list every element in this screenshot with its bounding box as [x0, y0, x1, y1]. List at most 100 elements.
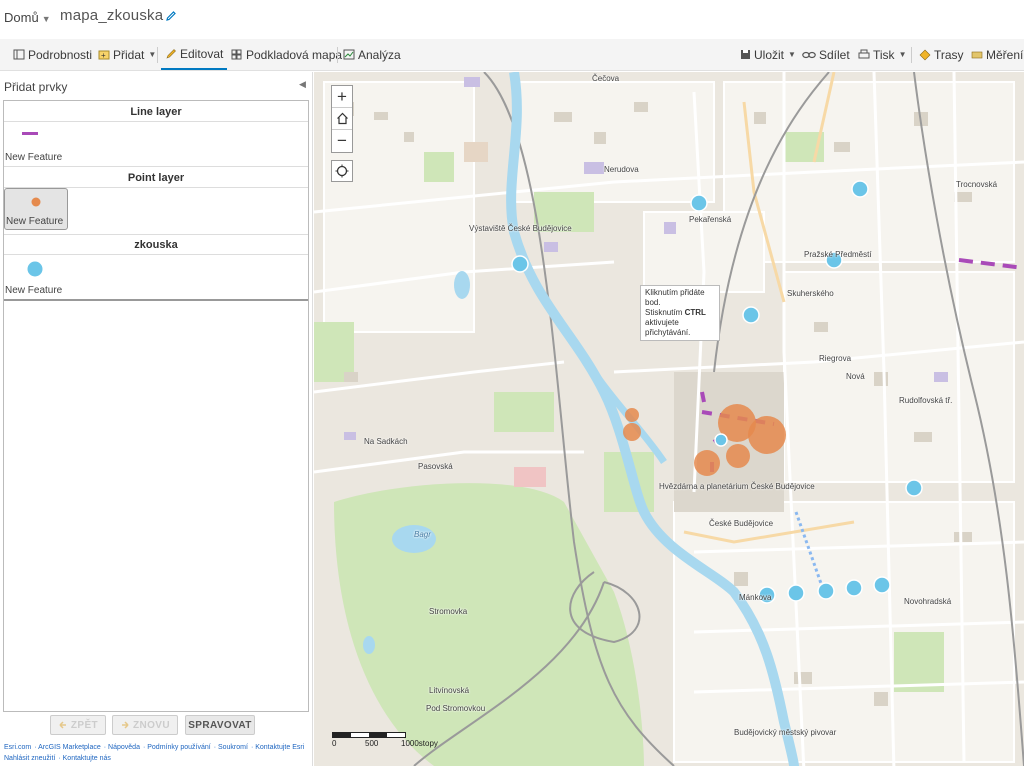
details-button[interactable]: Podrobnosti	[13, 39, 92, 70]
map-label-novohradska: Novohradská	[904, 597, 952, 606]
map-label-pod: Pod Stromovkou	[426, 704, 486, 713]
map-label-stromovka: Stromovka	[429, 607, 468, 616]
footer-link[interactable]: ArcGIS Marketplace	[38, 744, 101, 751]
save-floppy-icon	[741, 50, 750, 59]
map-label-pasovska: Pasovská	[418, 462, 453, 471]
tooltip-text: bod.	[645, 298, 661, 307]
locate-crosshair-icon	[335, 164, 349, 178]
add-features-panel: Přidat prvky ◀ Line layer New Feature Po…	[0, 72, 313, 766]
map-label-prazske: Pražské Předměstí	[804, 250, 872, 259]
redo-label: ZNOVU	[133, 719, 170, 731]
tooltip-text: přichytávání.	[645, 328, 691, 337]
map-label-rudolfovska: Rudolfovská tř.	[899, 396, 953, 405]
chevron-down-icon: ▼	[788, 50, 796, 59]
map-label-na-sadkach: Na Sadkách	[364, 437, 408, 446]
redo-button[interactable]: ZNOVU	[112, 715, 178, 735]
add-icon: +	[98, 50, 110, 60]
footer-link[interactable]: Soukromí	[218, 744, 248, 751]
scale-bar	[332, 732, 406, 738]
footer-link[interactable]: Esri.com	[4, 744, 31, 751]
share-button[interactable]: Sdílet	[802, 39, 850, 70]
zoom-in-button[interactable]: +	[332, 86, 352, 108]
map-label-litvinovska: Litvínovská	[429, 686, 470, 695]
point-layer-features	[511, 180, 923, 604]
tooltip-text: Kliknutím přidáte	[645, 288, 705, 297]
footer-link[interactable]: Kontaktujte Esri	[255, 744, 304, 751]
chevron-down-icon: ▼	[148, 50, 157, 59]
template-zkouska-new-feature[interactable]: New Feature	[4, 256, 68, 298]
line-symbol-icon	[22, 132, 38, 135]
tooltip-text: aktivujete	[645, 318, 679, 327]
map-label-bagr: Bagr	[414, 530, 431, 539]
edit-button[interactable]: Editovat	[161, 39, 228, 70]
chevron-down-icon: ▼	[41, 14, 51, 24]
map-label-vystaviste: Výstaviště České Budějovice	[469, 224, 572, 233]
feature-label: New Feature	[5, 285, 63, 296]
print-icon	[858, 49, 870, 59]
map-label-ceske: České Budějovice	[709, 519, 774, 528]
manage-button[interactable]: SPRAVOVAT	[185, 715, 255, 735]
divider	[4, 121, 308, 122]
routes-icon	[919, 49, 931, 60]
map-label-skuherskeho: Skuherského	[787, 289, 834, 298]
map-label-budejovicky: Budějovický městský pivovar	[734, 728, 837, 737]
map-title: mapa_zkouska	[60, 7, 164, 24]
footer-link[interactable]: Podmínky používání	[147, 744, 210, 751]
zoom-controls: + −	[331, 85, 353, 153]
map-label-nova: Nová	[846, 372, 865, 381]
basemap-grid-icon	[231, 49, 242, 60]
save-button[interactable]: Uložit ▼	[740, 39, 796, 70]
template-point-new-feature[interactable]: New Feature	[4, 188, 68, 230]
measure-button[interactable]: Měření	[971, 39, 1023, 70]
feature-label: New Feature	[5, 152, 63, 163]
footer-link[interactable]: Kontaktujte nás	[63, 755, 111, 762]
blue-point-symbol-icon	[27, 261, 43, 277]
zoom-out-button[interactable]: −	[332, 130, 352, 152]
details-icon	[13, 49, 25, 60]
locate-button[interactable]	[331, 160, 353, 182]
home-label: Domů	[4, 10, 39, 25]
map-view[interactable]: Výstaviště České Budějovice Pražské Před…	[314, 72, 1024, 766]
template-line-new-feature[interactable]: New Feature	[4, 123, 68, 165]
scale-label: 0	[332, 739, 337, 748]
map-label-cecova: Čečova	[592, 74, 620, 83]
orange-point-symbol-icon	[31, 197, 41, 207]
tooltip-ctrl: CTRL	[684, 308, 706, 317]
divider	[4, 234, 308, 235]
footer-link[interactable]: Nahlásit zneužití	[4, 755, 55, 762]
home-menu[interactable]: Domů ▼	[4, 10, 51, 25]
routes-button[interactable]: Trasy	[919, 39, 964, 70]
divider	[4, 299, 308, 301]
edit-label: Editovat	[180, 46, 224, 61]
analysis-label: Analýza	[358, 47, 401, 62]
analysis-button[interactable]: Analýza	[343, 39, 401, 70]
map-label-mankova: Mánkova	[739, 593, 772, 602]
layer-header-line-layer: Line layer	[130, 106, 182, 118]
basemap-label: Podkladová mapa	[246, 47, 343, 62]
feature-templates: Line layer New Feature Point layer New F…	[3, 100, 309, 712]
add-button[interactable]: + Přidat ▼	[98, 39, 156, 70]
edit-title-pencil-icon[interactable]	[165, 9, 177, 27]
home-extent-button[interactable]	[332, 108, 352, 130]
print-label: Tisk	[873, 47, 895, 62]
details-label: Podrobnosti	[28, 47, 93, 62]
collapse-panel-icon[interactable]: ◀	[299, 79, 306, 90]
measure-ruler-icon	[971, 51, 983, 59]
toolbar: Podrobnosti + Přidat ▼ Editovat Podkladov…	[0, 39, 1024, 71]
divider	[4, 254, 308, 255]
share-link-icon	[802, 51, 816, 58]
undo-button[interactable]: ZPĚT	[50, 715, 106, 735]
layer-header-point-layer: Point layer	[127, 172, 185, 184]
print-button[interactable]: Tisk ▼	[858, 39, 906, 70]
footer-links: Esri.com · ArcGIS Marketplace · Nápověda · …	[4, 744, 305, 762]
svg-text:+: +	[101, 51, 106, 60]
routes-label: Trasy	[934, 47, 964, 62]
undo-label: ZPĚT	[70, 719, 99, 731]
basemap-button[interactable]: Podkladová mapa	[231, 39, 342, 70]
analysis-icon	[343, 49, 355, 60]
layer-header-zkouska: zkouska	[134, 239, 178, 251]
footer-link[interactable]: Nápověda	[108, 744, 140, 751]
map-label-nerudova: Nerudova	[604, 165, 639, 174]
divider	[911, 47, 912, 63]
panel-title: Přidat prvky	[4, 80, 68, 94]
